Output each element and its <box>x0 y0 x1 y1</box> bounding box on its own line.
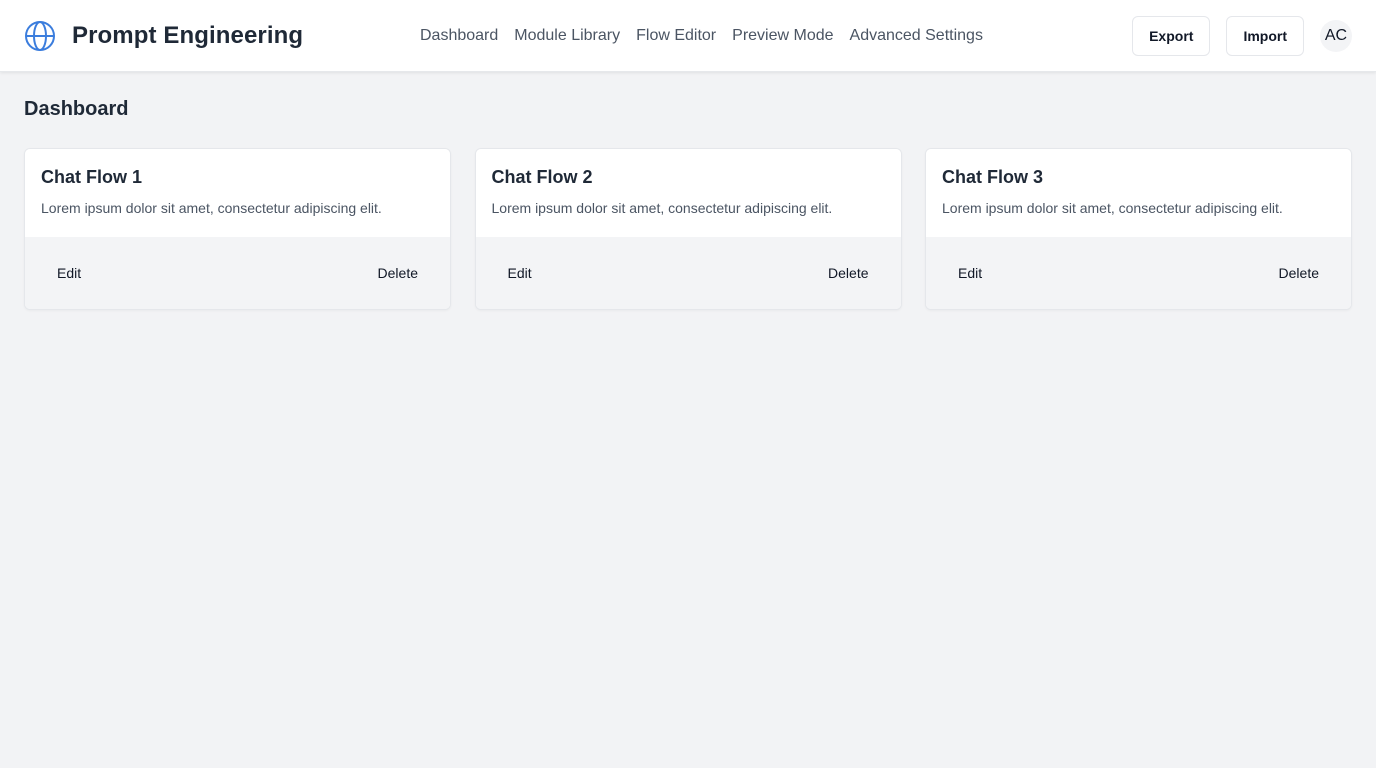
nav-link-preview-mode[interactable]: Preview Mode <box>732 27 833 45</box>
page-title: Dashboard <box>24 98 129 120</box>
flow-card: Chat Flow 2 Lorem ipsum dolor sit amet, … <box>474 148 902 310</box>
card-title: Chat Flow 1 <box>41 167 143 187</box>
card-footer: Edit Delete <box>25 237 450 309</box>
flow-card: Chat Flow 3 Lorem ipsum dolor sit amet, … <box>925 148 1352 310</box>
card-title: Chat Flow 2 <box>491 167 593 187</box>
card-body: Chat Flow 2 Lorem ipsum dolor sit amet, … <box>475 149 901 237</box>
delete-button[interactable]: Delete <box>812 257 884 289</box>
edit-button[interactable]: Edit <box>492 257 548 289</box>
nav-link-advanced-settings[interactable]: Advanced Settings <box>850 27 983 45</box>
card-description: Lorem ipsum dolor sit amet, consectetur … <box>491 200 833 216</box>
delete-button[interactable]: Delete <box>362 257 434 289</box>
app-title: Prompt Engineering <box>72 22 304 49</box>
header-actions: Export Import AC <box>1116 16 1352 56</box>
export-button[interactable]: Export <box>1132 16 1211 56</box>
card-description: Lorem ipsum dolor sit amet, consectetur … <box>942 200 1283 216</box>
nav-link-dashboard[interactable]: Dashboard <box>420 27 498 45</box>
globe-icon <box>24 20 56 52</box>
card-footer: Edit Delete <box>475 237 901 309</box>
card-footer: Edit Delete <box>926 237 1351 309</box>
nav-link-flow-editor[interactable]: Flow Editor <box>636 27 716 45</box>
delete-button[interactable]: Delete <box>1263 257 1335 289</box>
main-nav: Dashboard Module Library Flow Editor Pre… <box>412 24 991 48</box>
import-button[interactable]: Import <box>1226 16 1304 56</box>
avatar[interactable]: AC <box>1320 20 1352 52</box>
card-body: Chat Flow 1 Lorem ipsum dolor sit amet, … <box>25 149 450 237</box>
flow-card-list: Chat Flow 1 Lorem ipsum dolor sit amet, … <box>24 148 1352 310</box>
flow-card: Chat Flow 1 Lorem ipsum dolor sit amet, … <box>24 148 451 310</box>
edit-button[interactable]: Edit <box>942 257 998 289</box>
nav-link-module-library[interactable]: Module Library <box>514 27 620 45</box>
card-title: Chat Flow 3 <box>942 167 1044 187</box>
brand[interactable]: Prompt Engineering <box>24 18 303 54</box>
card-description: Lorem ipsum dolor sit amet, consectetur … <box>41 200 382 216</box>
top-header: Prompt Engineering Dashboard Module Libr… <box>0 0 1376 72</box>
card-body: Chat Flow 3 Lorem ipsum dolor sit amet, … <box>926 149 1351 237</box>
edit-button[interactable]: Edit <box>41 257 97 289</box>
